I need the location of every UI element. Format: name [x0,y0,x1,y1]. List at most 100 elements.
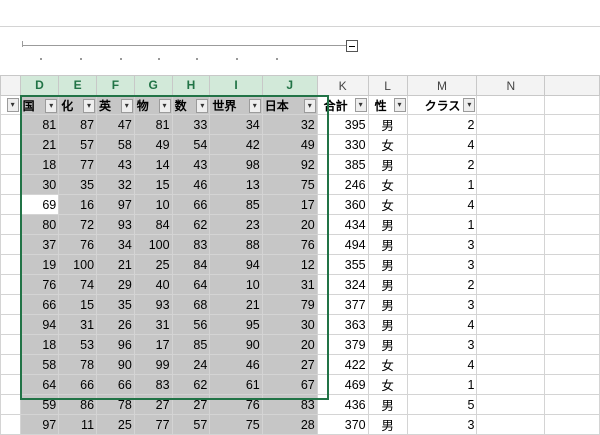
data-cell[interactable]: 57 [58,134,98,155]
data-cell[interactable]: 4 [406,354,478,375]
data-cell[interactable]: 68 [171,294,211,315]
data-cell[interactable]: 62 [171,214,211,235]
column-header-k[interactable]: K [316,75,369,96]
filter-dropdown-icon[interactable]: ▾ [196,98,209,113]
data-cell[interactable]: 64 [171,274,211,295]
data-cell[interactable]: 2 [406,274,478,295]
data-cell[interactable]: 34 [209,114,263,135]
data-cell[interactable]: 10 [133,194,173,215]
data-cell[interactable]: 74 [58,274,98,295]
empty-cell[interactable] [544,174,600,195]
data-cell[interactable]: 377 [316,294,369,315]
empty-cell[interactable] [476,274,546,295]
data-cell[interactable]: 59 [19,394,60,415]
empty-cell[interactable] [476,114,546,135]
data-cell[interactable]: 男 [367,414,408,435]
data-cell[interactable]: 20 [261,334,318,355]
column-header-extra[interactable] [544,75,600,96]
data-cell[interactable]: 16 [58,194,98,215]
data-cell[interactable]: 19 [19,254,60,275]
data-cell[interactable]: 3 [406,234,478,255]
data-cell[interactable]: 246 [316,174,369,195]
data-cell[interactable]: 35 [58,174,98,195]
data-cell[interactable]: 76 [58,234,98,255]
empty-cell[interactable] [476,214,546,235]
data-cell[interactable]: 436 [316,394,369,415]
data-cell[interactable]: 92 [261,154,318,175]
data-cell[interactable]: 43 [96,154,135,175]
data-cell[interactable]: 女 [367,194,408,215]
data-cell[interactable]: 32 [261,114,318,135]
empty-cell[interactable] [476,174,546,195]
data-cell[interactable]: 67 [261,374,318,395]
column-header-h[interactable]: H [171,75,211,97]
data-cell[interactable]: 330 [316,134,369,155]
empty-cell[interactable] [476,254,546,275]
data-cell[interactable]: 4 [406,194,478,215]
data-cell[interactable]: 21 [19,134,60,155]
empty-cell[interactable] [544,234,600,255]
filter-dropdown-icon[interactable]: ▾ [463,98,476,112]
data-cell[interactable]: 61 [209,374,263,395]
empty-cell[interactable] [544,274,600,295]
data-cell[interactable]: 46 [209,354,263,375]
data-cell[interactable]: 男 [367,274,408,295]
data-cell[interactable]: 男 [367,294,408,315]
data-cell[interactable]: 3 [406,414,478,435]
data-cell[interactable]: 360 [316,194,369,215]
data-cell[interactable]: 男 [367,114,408,135]
empty-cell[interactable] [544,354,600,375]
empty-cell[interactable] [476,294,546,315]
data-cell[interactable]: 14 [133,154,173,175]
data-cell[interactable]: 35 [96,294,135,315]
data-cell[interactable]: 53 [58,334,98,355]
empty-cell[interactable] [476,154,546,175]
row-header[interactable] [0,154,21,175]
data-cell[interactable]: 2 [406,154,478,175]
empty-cell[interactable] [544,254,600,275]
empty-cell[interactable] [544,95,600,115]
column-header-d[interactable]: D [19,75,60,97]
data-cell[interactable]: 23 [209,214,263,235]
data-cell[interactable]: 男 [367,254,408,275]
data-cell[interactable]: 15 [133,174,173,195]
data-cell[interactable]: 78 [96,394,135,415]
data-cell[interactable]: 31 [133,314,173,335]
row-header[interactable] [0,414,21,435]
data-cell[interactable]: 男 [367,154,408,175]
data-cell[interactable]: 93 [133,294,173,315]
column-header-n[interactable]: N [476,75,546,96]
data-cell[interactable]: 27 [133,394,173,415]
data-cell[interactable]: 42 [209,134,263,155]
empty-cell[interactable] [544,334,600,355]
data-cell[interactable]: 66 [19,294,60,315]
data-cell[interactable]: 3 [406,294,478,315]
empty-cell[interactable] [544,314,600,335]
corner-cell[interactable] [0,75,21,96]
empty-cell[interactable] [476,374,546,395]
data-cell[interactable]: 85 [209,194,263,215]
row-header[interactable] [0,294,21,315]
data-cell[interactable]: 58 [19,354,60,375]
data-cell[interactable]: 94 [19,314,60,335]
data-cell[interactable]: 2 [406,114,478,135]
filter-dropdown-icon[interactable]: ▾ [120,98,133,113]
data-cell[interactable]: 80 [19,214,60,235]
row-header[interactable] [0,234,21,255]
data-cell[interactable]: 69 [19,194,60,215]
data-cell[interactable]: 100 [133,234,173,255]
data-cell[interactable]: 女 [367,174,408,195]
data-cell[interactable]: 31 [58,314,98,335]
data-cell[interactable]: 76 [209,394,263,415]
data-cell[interactable]: 21 [96,254,135,275]
row-header[interactable] [0,274,21,295]
data-cell[interactable]: 385 [316,154,369,175]
data-cell[interactable]: 95 [209,314,263,335]
data-cell[interactable]: 76 [19,274,60,295]
data-cell[interactable]: 395 [316,114,369,135]
data-cell[interactable]: 27 [261,354,318,375]
data-cell[interactable]: 12 [261,254,318,275]
data-cell[interactable]: 3 [406,334,478,355]
data-cell[interactable]: 75 [209,414,263,435]
data-cell[interactable]: 10 [209,274,263,295]
